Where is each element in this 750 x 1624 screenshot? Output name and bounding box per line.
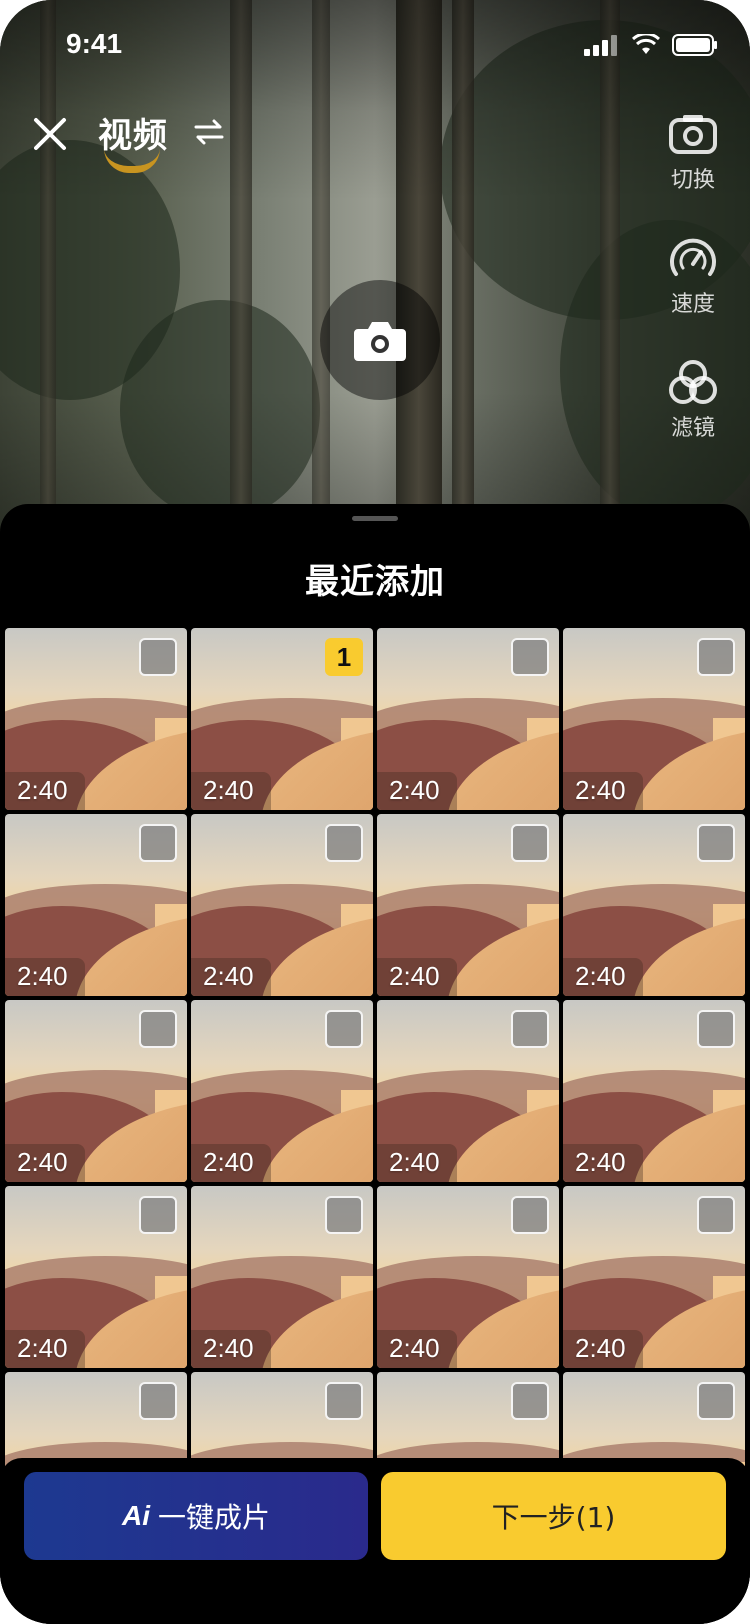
select-checkbox[interactable] — [139, 1010, 177, 1048]
media-thumbnail[interactable]: 2:40 — [377, 1000, 559, 1182]
video-duration: 2:40 — [389, 961, 440, 991]
select-checkbox[interactable] — [139, 824, 177, 862]
battery-icon — [672, 34, 717, 56]
select-checkbox[interactable] — [325, 1196, 363, 1234]
status-time: 9:41 — [66, 28, 123, 59]
ai-button-label: 一键成片 — [157, 1501, 270, 1534]
tool-filter[interactable]: 滤镜 — [660, 358, 726, 442]
sheet-handle[interactable] — [352, 516, 398, 521]
phone-screen: 9:41 视频 切换 速度 滤镜 最近添加 2:40 1 2:40 2:40 2… — [0, 0, 750, 1624]
next-button-label: 下一步(1) — [491, 1501, 616, 1534]
media-thumbnail[interactable]: 2:40 — [377, 1186, 559, 1368]
video-duration: 2:40 — [17, 1147, 68, 1177]
mode-title[interactable]: 视频 — [98, 108, 168, 157]
select-checkbox[interactable] — [511, 824, 549, 862]
ai-auto-create-button[interactable]: Ai 一键成片 — [24, 1472, 368, 1560]
select-checkbox[interactable] — [697, 824, 735, 862]
media-thumbnail[interactable]: 2:40 — [191, 1186, 373, 1368]
media-thumbnail[interactable]: 2:40 — [563, 1186, 745, 1368]
select-checkbox[interactable] — [325, 1382, 363, 1420]
select-checkbox[interactable] — [325, 824, 363, 862]
video-duration: 2:40 — [203, 961, 254, 991]
video-duration: 2:40 — [389, 1147, 440, 1177]
media-thumbnail[interactable]: 2:40 — [377, 814, 559, 996]
next-step-button[interactable]: 下一步(1) — [381, 1472, 726, 1560]
video-duration: 2:40 — [17, 961, 68, 991]
video-duration: 2:40 — [203, 775, 254, 805]
video-duration: 2:40 — [575, 961, 626, 991]
media-picker-sheet: 最近添加 2:40 1 2:40 2:40 2:40 2:40 2:40 2:40 2:40 2:… — [0, 504, 750, 1624]
video-duration: 2:40 — [575, 1333, 626, 1363]
filter-icon — [669, 360, 717, 404]
select-checkbox[interactable] — [697, 1196, 735, 1234]
select-checkbox[interactable] — [139, 1382, 177, 1420]
media-thumbnail[interactable]: 2:40 — [5, 1186, 187, 1368]
media-thumbnail[interactable]: 2:40 — [5, 1000, 187, 1182]
tool-label: 滤镜 — [670, 416, 715, 441]
video-duration: 2:40 — [389, 1333, 440, 1363]
select-checkbox[interactable] — [139, 1196, 177, 1234]
video-duration: 2:40 — [17, 1333, 68, 1363]
ai-logo: Ai — [121, 1500, 150, 1531]
media-thumbnail[interactable]: 2:40 — [563, 1000, 745, 1182]
tool-label: 速度 — [670, 292, 715, 317]
signal-icon — [584, 35, 617, 56]
tool-label: 切换 — [670, 168, 715, 193]
tool-flip[interactable]: 切换 — [660, 112, 726, 194]
select-checkbox[interactable] — [511, 638, 549, 676]
action-bar: Ai 一键成片 下一步(1) — [0, 1458, 750, 1624]
media-thumbnail[interactable]: 2:40 — [377, 628, 559, 810]
speed-icon — [670, 238, 716, 276]
select-checkbox[interactable] — [511, 1196, 549, 1234]
top-bar: 视频 — [0, 108, 750, 173]
video-duration: 2:40 — [17, 775, 68, 805]
video-duration: 2:40 — [203, 1333, 254, 1363]
select-checkbox[interactable] — [139, 638, 177, 676]
media-grid: 2:40 1 2:40 2:40 2:40 2:40 2:40 2:40 2:40 2:40 2:4… — [5, 628, 747, 1554]
close-icon[interactable] — [28, 112, 72, 156]
media-thumbnail[interactable]: 2:40 — [191, 1000, 373, 1182]
media-thumbnail[interactable]: 2:40 — [563, 628, 745, 810]
video-duration: 2:40 — [203, 1147, 254, 1177]
capture-button[interactable] — [320, 280, 440, 400]
media-thumbnail[interactable]: 1 2:40 — [191, 628, 373, 810]
switch-mode-icon[interactable] — [192, 118, 226, 146]
flip-camera-icon — [669, 115, 717, 154]
video-duration: 2:40 — [575, 775, 626, 805]
video-duration: 2:40 — [389, 775, 440, 805]
select-checkbox[interactable] — [511, 1010, 549, 1048]
media-thumbnail[interactable]: 2:40 — [5, 628, 187, 810]
wifi-icon — [632, 34, 660, 54]
select-checkbox[interactable] — [697, 1010, 735, 1048]
camera-icon — [354, 322, 406, 361]
select-checkbox[interactable] — [511, 1382, 549, 1420]
select-checkbox[interactable] — [325, 1010, 363, 1048]
status-bar: 9:41 — [0, 28, 750, 68]
selection-badge[interactable]: 1 — [325, 638, 363, 676]
tool-speed[interactable]: 速度 — [660, 234, 726, 318]
select-checkbox[interactable] — [697, 638, 735, 676]
media-thumbnail[interactable]: 2:40 — [191, 814, 373, 996]
sheet-title: 最近添加 — [305, 562, 445, 602]
media-thumbnail[interactable]: 2:40 — [5, 814, 187, 996]
video-duration: 2:40 — [575, 1147, 626, 1177]
select-checkbox[interactable] — [697, 1382, 735, 1420]
media-thumbnail[interactable]: 2:40 — [563, 814, 745, 996]
